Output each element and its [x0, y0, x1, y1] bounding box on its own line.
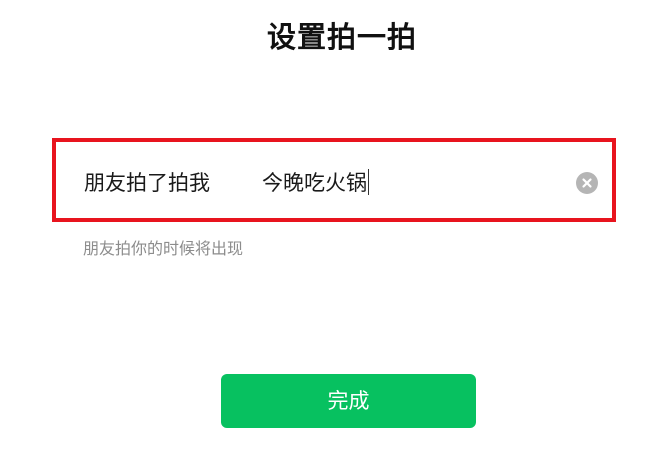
pat-prefix-label: 朋友拍了拍我 [84, 171, 210, 195]
pat-hint-text: 朋友拍你的时候将出现 [83, 239, 244, 258]
pat-settings-page: 设置拍一拍 朋友拍了拍我 今晚吃火锅 朋友拍你的时候将出现 完成 [0, 0, 669, 450]
pat-text-field[interactable]: 朋友拍了拍我 今晚吃火锅 [52, 138, 616, 222]
clear-button[interactable] [576, 172, 598, 194]
clear-circle-icon [582, 178, 592, 188]
pat-suffix-input[interactable]: 今晚吃火锅 [262, 167, 369, 197]
page-title: 设置拍一拍 [266, 20, 417, 54]
pat-suffix-value: 今晚吃火锅 [262, 171, 367, 195]
text-caret [368, 169, 369, 195]
done-button[interactable]: 完成 [221, 374, 476, 428]
